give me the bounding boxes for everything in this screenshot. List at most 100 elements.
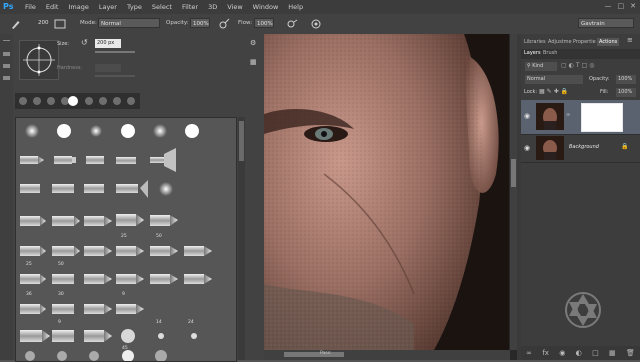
grid-number: 45: [122, 346, 128, 351]
tab-libraries[interactable]: Libraries: [524, 38, 546, 46]
blend-mode-select[interactable]: Normal: [525, 75, 583, 84]
hardness-input[interactable]: [95, 64, 121, 72]
size-slider[interactable]: [95, 51, 135, 53]
workspace-select[interactable]: Gavtrain: [578, 18, 634, 28]
pressure-opacity-icon[interactable]: [218, 18, 230, 30]
visibility-eye-icon[interactable]: ◉: [524, 144, 530, 152]
layers-panel: Libraries Adjustme Propertie Actions ≡ L…: [521, 34, 640, 360]
recent-brushes-strip: [15, 93, 140, 109]
mode-select[interactable]: Normal: [98, 18, 160, 28]
add-mask-icon[interactable]: ◉: [559, 349, 565, 357]
close-icon[interactable]: ✕: [630, 2, 636, 10]
grid-number: 14: [156, 320, 162, 325]
mask-link-icon[interactable]: ∞: [566, 112, 570, 118]
menu-image[interactable]: Image: [68, 3, 88, 11]
menu-bar: Ps File Edit Image Layer Type Select Fil…: [0, 0, 640, 14]
menu-layer[interactable]: Layer: [99, 3, 117, 11]
grid-number: 9: [58, 320, 61, 325]
aperture-icon: [563, 290, 603, 330]
layers-footer: ∞ fx ◉ ◐ □ ▦ 🗑: [521, 346, 640, 360]
menu-3d[interactable]: 3D: [208, 3, 217, 11]
menu-view[interactable]: View: [227, 3, 242, 11]
visibility-eye-icon[interactable]: ◉: [524, 112, 530, 120]
layer-mask-thumbnail[interactable]: [581, 103, 623, 132]
flow-label: Flow:: [238, 20, 253, 26]
layer-opacity-field[interactable]: 100%: [616, 75, 636, 84]
tools-panel: [0, 34, 14, 360]
grid-number: 9: [122, 292, 125, 297]
hardness-label: Hardness:: [57, 65, 83, 71]
vertical-scroll-thumb[interactable]: [511, 159, 516, 187]
brush-tool-icon[interactable]: [10, 18, 22, 30]
canvas-horizontal-scrollbar[interactable]: Pass:: [264, 350, 510, 360]
grid-number: 24: [188, 320, 194, 325]
menu-filter[interactable]: Filter: [182, 3, 198, 11]
grid-number: 25: [121, 234, 127, 239]
tab-brush[interactable]: Brush: [543, 50, 557, 56]
panel-menu-icon[interactable]: ≡: [627, 36, 633, 44]
lock-icons[interactable]: ▦✎✚🔒: [539, 88, 570, 95]
window-controls: — □ ✕: [605, 2, 637, 10]
flow-field[interactable]: 100%: [254, 18, 274, 28]
airbrush-icon[interactable]: [286, 18, 298, 30]
horizontal-scroll-thumb[interactable]: [284, 352, 344, 357]
tab-layers[interactable]: Layers: [524, 50, 541, 56]
menu-edit[interactable]: Edit: [46, 3, 59, 11]
grid-scroll-thumb[interactable]: [239, 121, 244, 161]
tab-adjustments[interactable]: Adjustme: [548, 38, 572, 46]
kind-label: Kind: [532, 63, 544, 69]
opacity-field[interactable]: 100%: [190, 18, 210, 28]
maximize-icon[interactable]: □: [618, 2, 625, 10]
size-label: Size:: [57, 41, 69, 47]
link-layers-icon[interactable]: ∞: [526, 349, 532, 357]
brush-panel-icon[interactable]: [54, 18, 66, 30]
brush-size-value[interactable]: 200: [36, 18, 50, 28]
layer-thumbnail: [536, 103, 564, 130]
new-preset-icon[interactable]: ▦: [250, 58, 257, 66]
options-bar: 200 Mode: Normal Opacity: 100% Flow: 100…: [0, 14, 640, 35]
menu-select[interactable]: Select: [152, 3, 172, 11]
menu-type[interactable]: Type: [127, 3, 142, 11]
brush-angle-preview[interactable]: [19, 40, 59, 80]
canvas-vertical-scrollbar[interactable]: [510, 34, 517, 350]
hardness-slider[interactable]: [95, 75, 135, 77]
scroll-label: Pass:: [320, 351, 332, 356]
grid-number: 50: [156, 234, 162, 239]
reset-size-icon[interactable]: ↺: [81, 38, 91, 48]
tab-actions[interactable]: Actions: [597, 38, 620, 46]
pressure-size-icon[interactable]: [310, 18, 322, 30]
layer-row[interactable]: ◉ ∞: [521, 100, 640, 135]
tab-properties[interactable]: Propertie: [573, 38, 596, 46]
search-icon: ⚲: [527, 63, 531, 69]
minimize-icon[interactable]: —: [605, 2, 612, 10]
document-canvas[interactable]: [264, 34, 509, 350]
fill-label: Fill:: [600, 89, 609, 95]
lock-icon: 🔒: [621, 143, 629, 150]
layer-filter-icons[interactable]: ▢◐T□◎: [561, 62, 636, 71]
layer-name: Background: [569, 144, 599, 150]
layers-subtab-bar: Layers Brush: [521, 49, 640, 59]
photoshop-logo: Ps: [3, 2, 14, 11]
layer-style-icon[interactable]: fx: [542, 349, 549, 357]
grid-scrollbar[interactable]: [238, 117, 245, 360]
grid-number: 50: [58, 262, 64, 267]
layer-filter-kind[interactable]: ⚲ Kind: [525, 62, 557, 71]
adjustment-layer-icon[interactable]: ◐: [576, 349, 582, 357]
picker-settings-icon[interactable]: ⚙: [250, 39, 256, 47]
lock-label: Lock:: [524, 89, 538, 95]
delete-layer-icon[interactable]: 🗑: [626, 349, 635, 357]
size-input[interactable]: 200 px: [95, 39, 121, 48]
brush-preset-grid: 25 50 25 50 36 30 9 9 14 24 45: [15, 117, 237, 362]
fill-field[interactable]: 100%: [616, 88, 636, 97]
grid-number: 25: [26, 262, 32, 267]
group-icon[interactable]: □: [592, 349, 599, 357]
new-layer-icon[interactable]: ▦: [609, 349, 616, 357]
opacity-label: Opacity:: [166, 20, 189, 26]
layer-row[interactable]: ◉ Background 🔒: [521, 134, 640, 163]
menu-window[interactable]: Window: [253, 3, 279, 11]
menu-help[interactable]: Help: [288, 3, 303, 11]
menu-file[interactable]: File: [25, 3, 36, 11]
layer-thumbnail: [536, 136, 564, 160]
layer-opacity-label: Opacity:: [589, 76, 610, 82]
mode-label: Mode:: [80, 20, 97, 26]
